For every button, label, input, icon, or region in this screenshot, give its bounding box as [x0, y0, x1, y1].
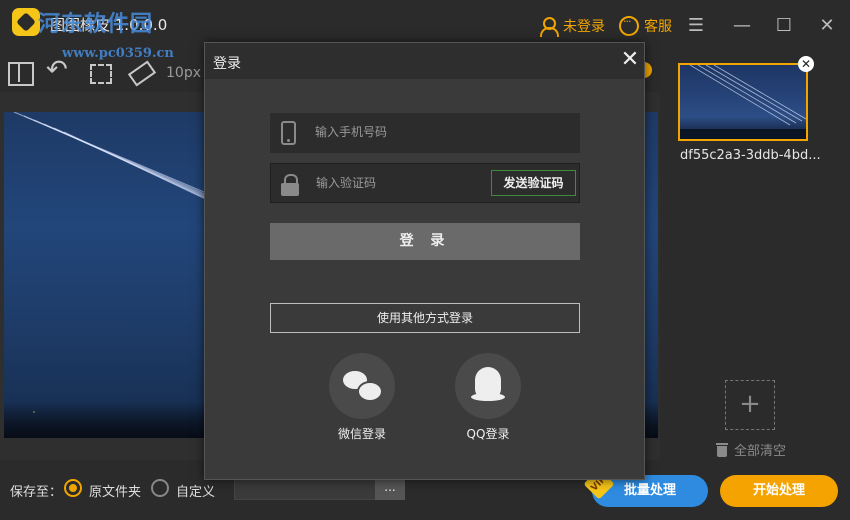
app-logo-icon — [12, 8, 40, 36]
save-path-input[interactable] — [234, 478, 376, 500]
radio-original-folder[interactable] — [64, 479, 82, 497]
login-button[interactable]: 登 录 — [270, 223, 580, 260]
dialog-close-icon[interactable]: ✕ — [619, 49, 641, 71]
wechat-login-label: 微信登录 — [337, 427, 386, 441]
qq-icon — [455, 353, 521, 419]
minimize-button[interactable]: — — [730, 14, 754, 38]
radio-custom-folder-label: 自定义 — [176, 485, 216, 500]
watermark-url: www.pc0359.cn — [62, 46, 174, 61]
add-image-button[interactable]: + — [725, 380, 775, 430]
undo-icon[interactable]: ↶ — [46, 57, 74, 86]
trash-icon — [716, 442, 728, 457]
phone-input[interactable] — [315, 113, 485, 151]
thumbnail-preview-graphic — [680, 65, 806, 139]
user-icon — [538, 16, 559, 37]
qq-login-label: QQ登录 — [466, 427, 510, 441]
selection-tool-icon[interactable] — [86, 58, 114, 86]
thumbnail-remove-icon[interactable]: ✕ — [798, 56, 814, 72]
clear-all-button[interactable]: 全部清空 — [716, 440, 786, 459]
watermark-text: 河东软件园 — [38, 11, 154, 37]
menu-icon[interactable]: ☰ — [684, 14, 708, 38]
send-code-button[interactable]: 发送验证码 — [491, 170, 576, 196]
login-dialog-header: 登录 ✕ — [205, 43, 644, 79]
other-login-methods-button[interactable]: 使用其他方式登录 — [270, 303, 580, 333]
verification-code-input[interactable] — [316, 164, 486, 202]
login-dialog: 登录 ✕ 发送验证码 登 录 使用其他方式登录 微信登录 QQ登录 — [204, 42, 645, 480]
lock-icon — [281, 174, 299, 196]
customer-service-label: 客服 — [644, 19, 672, 35]
customer-service-button[interactable]: 客服 — [619, 15, 672, 36]
maximize-button[interactable]: ☐ — [772, 14, 796, 38]
save-to-label: 保存至： — [10, 485, 63, 500]
code-field: 发送验证码 — [270, 163, 580, 203]
window-close-button[interactable]: ✕ — [815, 14, 839, 38]
browse-button[interactable]: ... — [375, 478, 405, 500]
compare-view-icon[interactable] — [6, 58, 34, 86]
radio-custom-folder[interactable] — [151, 479, 169, 497]
start-process-button[interactable]: 开始处理 — [720, 475, 838, 507]
login-status-button[interactable]: 未登录 — [538, 16, 605, 37]
chat-icon — [619, 15, 639, 36]
brush-size-value[interactable]: 10px — [166, 65, 201, 81]
login-status-label: 未登录 — [563, 19, 605, 35]
login-dialog-title: 登录 — [213, 56, 241, 72]
eraser-tool-icon[interactable] — [126, 58, 154, 86]
wechat-login-button[interactable]: 微信登录 — [329, 353, 395, 442]
thumbnail-item[interactable] — [678, 63, 808, 141]
phone-icon — [281, 121, 296, 145]
radio-original-folder-label: 原文件夹 — [89, 485, 142, 500]
qq-login-button[interactable]: QQ登录 — [455, 353, 521, 442]
wechat-icon — [329, 353, 395, 419]
thumbnail-filename: df55c2a3-3ddb-4bd... — [680, 148, 821, 163]
clear-all-label: 全部清空 — [734, 444, 787, 459]
phone-field — [270, 113, 580, 153]
thumbnail-panel: ✕ df55c2a3-3ddb-4bd... + 全部清空 — [660, 52, 850, 470]
